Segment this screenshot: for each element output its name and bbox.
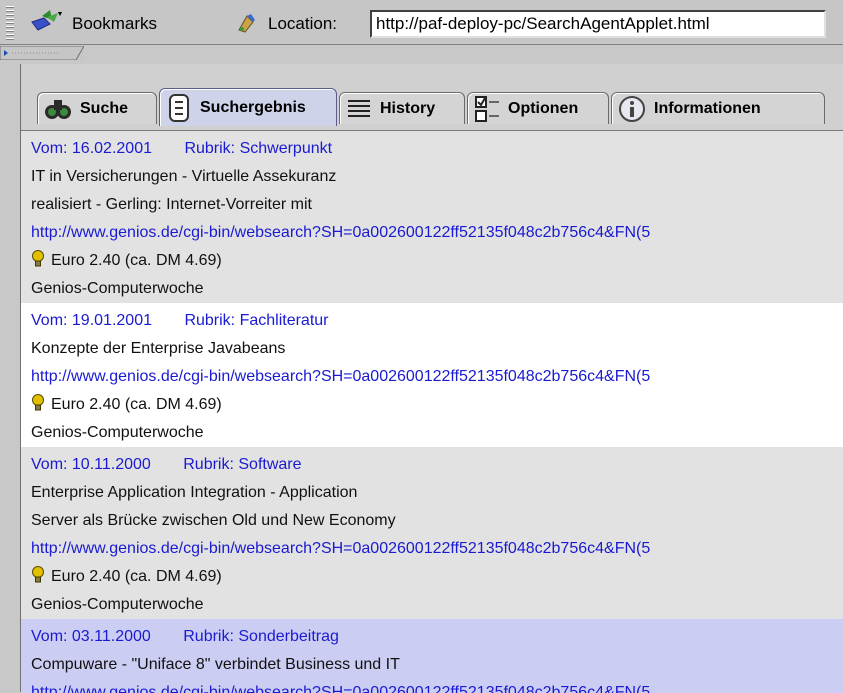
- result-item-selected[interactable]: Vom: 03.11.2000 Rubrik: Sonderbeitrag Co…: [21, 619, 843, 693]
- tab-history[interactable]: History: [339, 92, 465, 124]
- lightbulb-icon: [32, 566, 44, 583]
- result-date: Vom: 10.11.2000: [31, 456, 151, 473]
- result-meta: Vom: 10.11.2000 Rubrik: Software: [31, 451, 843, 479]
- tab-optionen-label: Optionen: [508, 99, 579, 117]
- checkbox-options-icon: [475, 95, 499, 122]
- result-date: Vom: 03.11.2000: [31, 628, 151, 645]
- location-toolbar: Bookmarks Location:: [0, 0, 843, 45]
- result-item[interactable]: Vom: 19.01.2001 Rubrik: Fachliteratur Ko…: [21, 303, 843, 447]
- result-list-icon: [169, 93, 189, 122]
- result-item[interactable]: Vom: 16.02.2001 Rubrik: Schwerpunkt IT i…: [21, 131, 843, 303]
- binoculars-icon: [45, 99, 71, 119]
- bookmarks-label[interactable]: Bookmarks: [72, 14, 157, 34]
- result-price: Euro 2.40 (ca. DM 4.69): [31, 247, 843, 275]
- tab-informationen-label: Informationen: [654, 99, 761, 117]
- tab-suchergebnis[interactable]: Suchergebnis: [159, 88, 337, 126]
- toolbar-grip-handle[interactable]: [6, 6, 14, 42]
- result-source: Genios-Computerwoche: [31, 280, 204, 297]
- result-date: Vom: 16.02.2001: [31, 140, 152, 157]
- result-meta: Vom: 03.11.2000 Rubrik: Sonderbeitrag: [31, 623, 843, 651]
- result-rubrik: Rubrik: Sonderbeitrag: [183, 628, 339, 645]
- result-meta: Vom: 16.02.2001 Rubrik: Schwerpunkt: [31, 135, 843, 163]
- tab-informationen[interactable]: Informationen: [611, 92, 825, 124]
- result-title-line: Konzepte der Enterprise Javabeans: [31, 340, 286, 357]
- result-rubrik: Rubrik: Schwerpunkt: [184, 140, 333, 157]
- result-price-text: Euro 2.40 (ca. DM 4.69): [51, 568, 222, 585]
- tab-suchergebnis-label: Suchergebnis: [200, 98, 306, 116]
- result-price: Euro 2.40 (ca. DM 4.69): [31, 391, 843, 419]
- result-title-line: Server als Brücke zwischen Old und New E…: [31, 512, 396, 529]
- result-item[interactable]: Vom: 10.11.2000 Rubrik: Software Enterpr…: [21, 447, 843, 619]
- info-icon: [619, 95, 645, 122]
- result-url-link[interactable]: http://www.genios.de/cgi-bin/websearch?S…: [31, 363, 843, 391]
- bookmarks-icon[interactable]: [30, 10, 64, 34]
- result-url-link[interactable]: http://www.genios.de/cgi-bin/websearch?S…: [31, 535, 843, 563]
- tab-optionen[interactable]: Optionen: [467, 92, 609, 124]
- search-results-list[interactable]: Vom: 16.02.2001 Rubrik: Schwerpunkt IT i…: [21, 130, 843, 693]
- result-source: Genios-Computerwoche: [31, 424, 204, 441]
- tab-suche-label: Suche: [80, 99, 129, 117]
- result-price-text: Euro 2.40 (ca. DM 4.69): [51, 252, 222, 269]
- result-meta: Vom: 19.01.2001 Rubrik: Fachliteratur: [31, 307, 843, 335]
- tab-suche[interactable]: Suche: [37, 92, 157, 124]
- search-agent-applet: Suche Suchergebnis History Optionen Info…: [20, 64, 843, 693]
- result-rubrik: Rubrik: Software: [183, 456, 302, 473]
- tab-history-label: History: [380, 99, 436, 117]
- result-url-link[interactable]: http://www.genios.de/cgi-bin/websearch?S…: [31, 679, 843, 693]
- result-title-line: realisiert - Gerling: Internet-Vorreiter…: [31, 196, 312, 213]
- result-date: Vom: 19.01.2001: [31, 312, 152, 329]
- location-icon[interactable]: [236, 12, 258, 34]
- result-url-link[interactable]: http://www.genios.de/cgi-bin/websearch?S…: [31, 219, 843, 247]
- toolbar-collapse-tab[interactable]: [0, 46, 84, 60]
- lightbulb-icon: [32, 394, 44, 411]
- lightbulb-icon: [32, 250, 44, 267]
- result-price-text: Euro 2.40 (ca. DM 4.69): [51, 396, 222, 413]
- history-lines-icon: [348, 99, 370, 117]
- location-label: Location:: [268, 14, 337, 33]
- result-title-line: IT in Versicherungen - Virtuelle Assekur…: [31, 168, 337, 185]
- result-source: Genios-Computerwoche: [31, 596, 204, 613]
- result-price: Euro 2.40 (ca. DM 4.69): [31, 563, 843, 591]
- result-title-line: Enterprise Application Integration - App…: [31, 484, 358, 501]
- result-title-line: Compuware - "Uniface 8" verbindet Busine…: [31, 656, 400, 673]
- location-url-input[interactable]: [370, 10, 826, 38]
- result-rubrik: Rubrik: Fachliteratur: [184, 312, 329, 329]
